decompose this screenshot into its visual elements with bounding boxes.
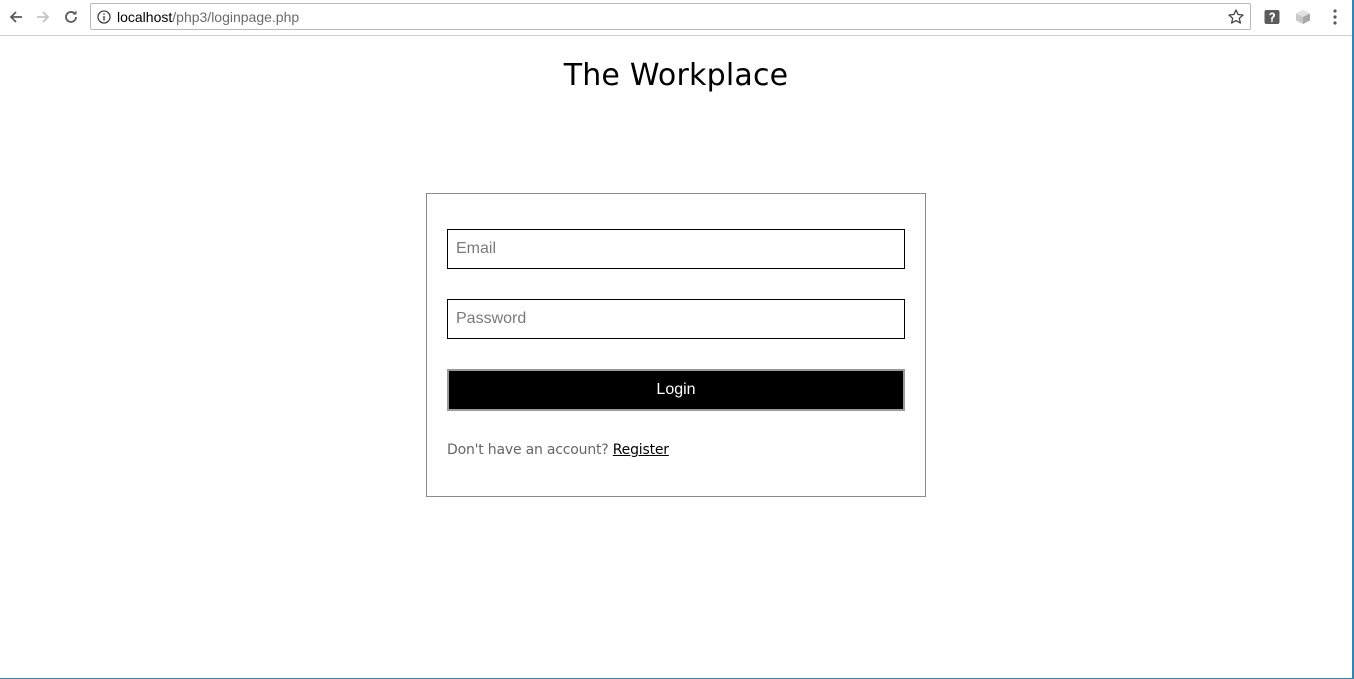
back-button[interactable] bbox=[5, 6, 27, 28]
browser-toolbar: localhost/php3/loginpage.php bbox=[0, 0, 1352, 36]
page-title: The Workplace bbox=[563, 58, 789, 93]
arrow-right-icon bbox=[37, 11, 50, 23]
extension-icon[interactable] bbox=[1263, 8, 1281, 26]
forward-button[interactable] bbox=[32, 6, 54, 28]
register-prompt: Don't have an account? bbox=[447, 442, 609, 458]
login-button[interactable]: Login bbox=[447, 369, 905, 411]
info-icon[interactable] bbox=[97, 10, 111, 24]
address-bar[interactable]: localhost/php3/loginpage.php bbox=[90, 3, 1251, 30]
register-link[interactable]: Register bbox=[613, 442, 669, 458]
arrow-left-icon bbox=[9, 11, 22, 23]
star-icon[interactable] bbox=[1227, 8, 1245, 26]
url-path: /php3/loginpage.php bbox=[172, 9, 300, 25]
register-prompt-line: Don't have an account? Register bbox=[447, 442, 669, 458]
password-field[interactable] bbox=[447, 299, 905, 339]
reload-icon bbox=[65, 10, 77, 23]
extension-icon[interactable] bbox=[1293, 8, 1313, 26]
url-host: localhost bbox=[117, 9, 173, 25]
url-text[interactable]: localhost/php3/loginpage.php bbox=[117, 9, 299, 25]
more-vert-icon[interactable] bbox=[1327, 8, 1343, 26]
login-form: Login Don't have an account? Register bbox=[426, 193, 926, 497]
browser-window: localhost/php3/loginpage.php The Workpla… bbox=[0, 0, 1354, 679]
reload-button[interactable] bbox=[60, 6, 82, 28]
email-field[interactable] bbox=[447, 229, 905, 269]
